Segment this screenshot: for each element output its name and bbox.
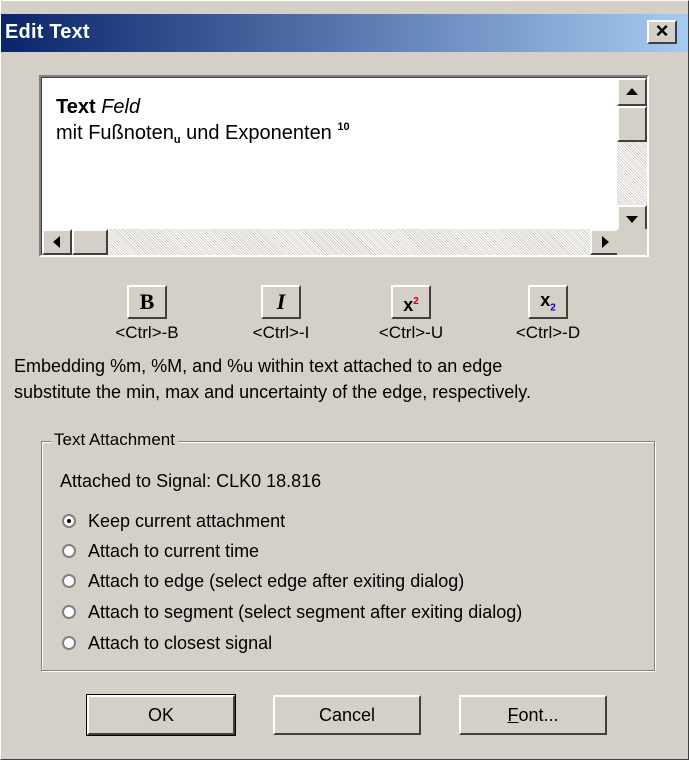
radio-label: Attach to current time bbox=[88, 541, 260, 561]
close-icon: × bbox=[655, 18, 669, 43]
superscript-shortcut-label: <Ctrl>-U bbox=[378, 323, 444, 342]
editor-plain-text: mit Fußnoten bbox=[56, 122, 174, 144]
scroll-up-icon bbox=[626, 88, 638, 95]
font-button-label: Font... bbox=[507, 705, 559, 725]
editor-subscript-text: u bbox=[173, 134, 181, 146]
scroll-left-button[interactable] bbox=[42, 229, 72, 255]
text-editor-content[interactable]: Text Feld mit Fußnotenu und Exponenten 1… bbox=[41, 77, 647, 255]
radio-attach-edge[interactable]: Attach to edge (select edge after exitin… bbox=[62, 571, 464, 592]
close-button[interactable]: × bbox=[647, 20, 677, 44]
info-text-line-2: substitute the min, max and uncertainty … bbox=[14, 382, 531, 402]
editor-superscript-text: 10 bbox=[337, 121, 350, 133]
editor-line-1: Text Feld bbox=[56, 96, 140, 119]
radio-attach-current-time[interactable]: Attach to current time bbox=[62, 541, 259, 562]
horizontal-scroll-thumb[interactable] bbox=[72, 229, 108, 255]
superscript-button[interactable]: x2 bbox=[391, 285, 431, 319]
title-bar[interactable]: Edit Text × bbox=[1, 14, 688, 52]
scroll-down-icon bbox=[626, 216, 638, 223]
superscript-icon: x2 bbox=[403, 295, 419, 315]
radio-keep-current-attachment[interactable]: Keep current attachment bbox=[62, 511, 285, 532]
radio-label: Attach to segment (select segment after … bbox=[88, 602, 523, 622]
radio-icon[interactable] bbox=[62, 544, 76, 558]
editor-italic-text: Feld bbox=[101, 96, 141, 118]
radio-label: Attach to edge (select edge after exitin… bbox=[88, 571, 465, 591]
scroll-left-icon bbox=[53, 236, 60, 248]
subscript-shortcut-label: <Ctrl>-D bbox=[515, 323, 581, 342]
bold-shortcut-label: <Ctrl>-B bbox=[115, 323, 179, 342]
cancel-button[interactable]: Cancel bbox=[273, 695, 421, 735]
horizontal-scrollbar[interactable] bbox=[42, 229, 620, 255]
vertical-scrollbar[interactable] bbox=[617, 78, 647, 233]
font-button[interactable]: Font... bbox=[459, 695, 607, 735]
bold-icon: B bbox=[139, 289, 155, 314]
italic-button[interactable]: I bbox=[261, 285, 301, 319]
attached-to-label: Attached to Signal: CLK0 18.816 bbox=[60, 471, 322, 491]
editor-line-2: mit Fußnotenu und Exponenten 10 bbox=[56, 121, 350, 146]
scroll-up-button[interactable] bbox=[617, 78, 647, 106]
dialog-title: Edit Text bbox=[5, 21, 90, 43]
radio-selected-icon[interactable] bbox=[62, 514, 76, 528]
radio-attach-closest-signal[interactable]: Attach to closest signal bbox=[62, 633, 272, 654]
edit-text-dialog: Edit Text × Text Feld mit Fußnotenu und … bbox=[0, 0, 689, 760]
vertical-scroll-thumb[interactable] bbox=[617, 106, 647, 142]
ok-button[interactable]: OK bbox=[86, 694, 236, 736]
text-attachment-legend: Text Attachment bbox=[51, 430, 178, 450]
scrollbar-corner bbox=[617, 229, 647, 255]
radio-icon[interactable] bbox=[62, 574, 76, 588]
scroll-right-button[interactable] bbox=[590, 229, 620, 255]
info-text-line-1: Embedding %m, %M, and %u within text att… bbox=[14, 356, 503, 376]
subscript-button[interactable]: x2 bbox=[528, 285, 568, 319]
text-editor[interactable]: Text Feld mit Fußnotenu und Exponenten 1… bbox=[39, 75, 649, 257]
subscript-icon: x2 bbox=[540, 290, 556, 314]
radio-label: Keep current attachment bbox=[88, 511, 286, 531]
editor-plain-text-2: und Exponenten bbox=[186, 122, 332, 144]
bold-button[interactable]: B bbox=[127, 285, 167, 319]
radio-icon[interactable] bbox=[62, 605, 76, 619]
italic-icon: I bbox=[276, 289, 286, 314]
scroll-right-icon bbox=[602, 236, 609, 248]
radio-icon[interactable] bbox=[62, 636, 76, 650]
editor-bold-text: Text bbox=[56, 96, 96, 118]
radio-label: Attach to closest signal bbox=[88, 633, 273, 653]
radio-attach-segment[interactable]: Attach to segment (select segment after … bbox=[62, 602, 522, 623]
italic-shortcut-label: <Ctrl>-I bbox=[252, 323, 310, 342]
